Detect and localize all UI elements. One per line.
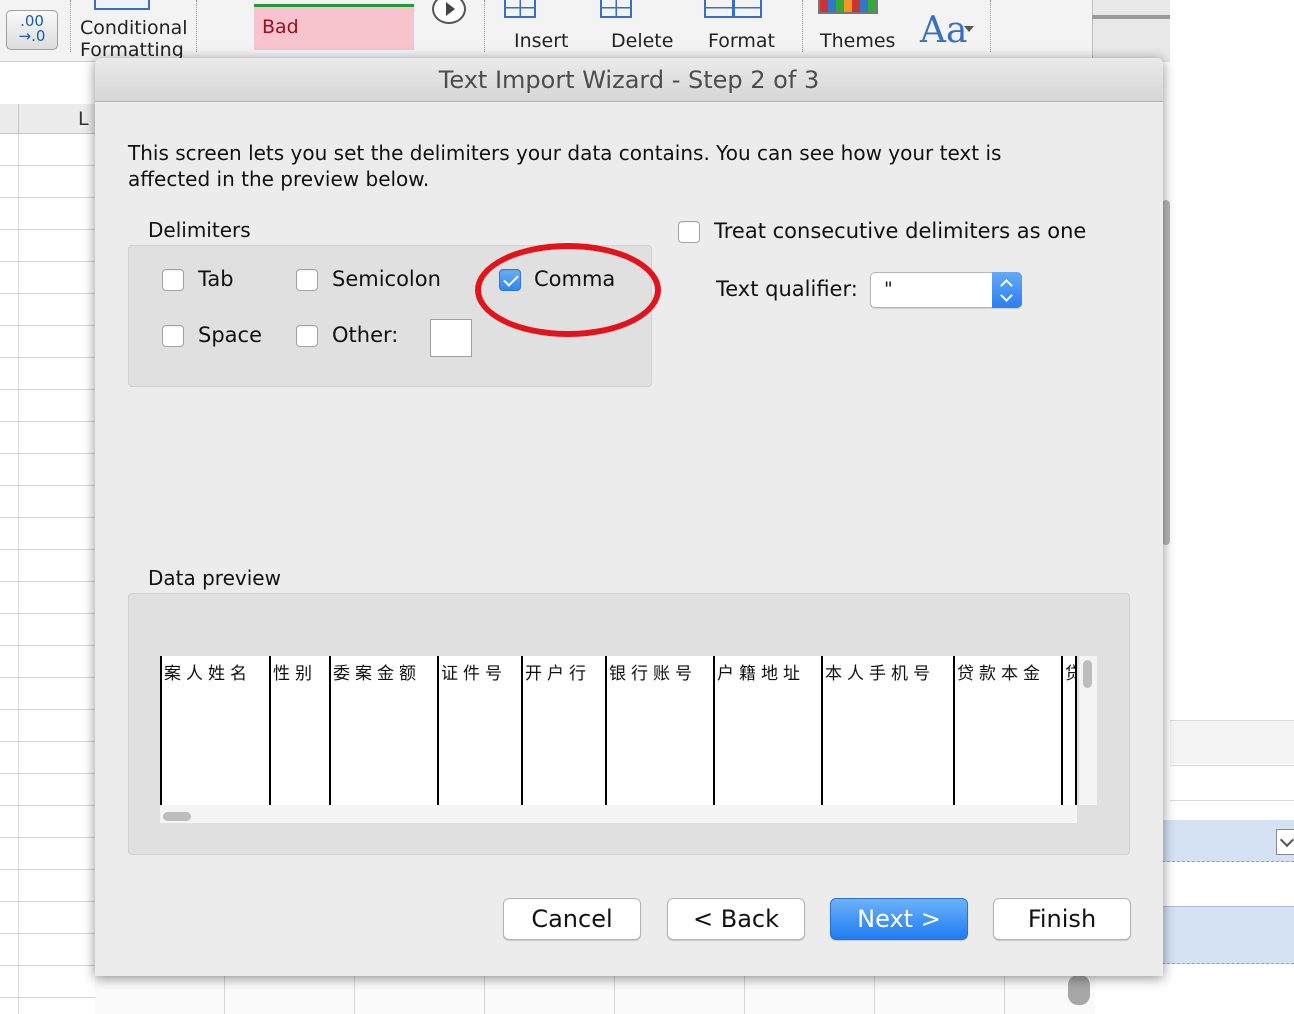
space-checkbox[interactable] (162, 325, 184, 347)
consecutive-delimiters-checkbox[interactable] (678, 221, 700, 243)
consecutive-delimiters-label[interactable]: Treat consecutive delimiters as one (714, 219, 1086, 243)
back-button[interactable]: < Back (667, 898, 805, 940)
side-panel-dropdown-icon[interactable] (1276, 829, 1294, 855)
bad-cell-style[interactable]: Bad (254, 4, 414, 50)
worksheet-vertical-scrollbar[interactable] (1162, 200, 1170, 545)
preview-horizontal-scrollbar[interactable] (160, 805, 1077, 823)
text-qualifier-value: " (884, 278, 893, 300)
cancel-button[interactable]: Cancel (503, 898, 641, 940)
annotation-circle (475, 243, 661, 337)
preview-horizontal-scroll-thumb[interactable] (163, 812, 191, 821)
font-size-button[interactable]: Aa (920, 10, 967, 51)
tab-checkbox[interactable] (162, 269, 184, 291)
cell-styles-more-icon[interactable] (432, 0, 466, 24)
side-panel-row (1170, 720, 1294, 764)
worksheet-grid[interactable] (0, 134, 100, 1014)
text-import-wizard-dialog: Text Import Wizard - Step 2 of 3 This sc… (95, 58, 1163, 976)
chevron-down-icon[interactable] (964, 26, 974, 32)
preview-column[interactable]: 开户行 (523, 656, 607, 805)
preview-column[interactable]: 贷 (1063, 656, 1077, 805)
dialog-titlebar[interactable]: Text Import Wizard - Step 2 of 3 (95, 58, 1163, 102)
preview-column[interactable]: 贷款本金 (955, 656, 1063, 805)
intro-text: This screen lets you set the delimiters … (128, 141, 1002, 191)
preview-column[interactable]: 银行账号 (607, 656, 715, 805)
side-panel-selected-row[interactable] (1162, 820, 1294, 862)
semicolon-checkbox-label[interactable]: Semicolon (332, 267, 441, 291)
preview-column[interactable]: 户籍地址 (715, 656, 823, 805)
semicolon-checkbox[interactable] (296, 269, 318, 291)
other-delimiter-input[interactable] (430, 319, 472, 357)
data-preview-group: 案人姓名 性别 委案金额 证件号 开户行 银行账号 户籍地址 本人手机号 贷款本… (128, 593, 1130, 855)
column-header[interactable]: L (0, 104, 100, 134)
insert-cells-icon (504, 0, 536, 18)
tab-checkbox-label[interactable]: Tab (198, 267, 234, 291)
space-checkbox-label[interactable]: Space (198, 323, 262, 347)
ribbon-divider (1092, 15, 1170, 19)
data-preview-label: Data preview (148, 566, 281, 590)
next-button[interactable]: Next > (830, 898, 968, 940)
dialog-title: Text Import Wizard - Step 2 of 3 (438, 66, 820, 94)
data-preview-table[interactable]: 案人姓名 性别 委案金额 证件号 开户行 银行账号 户籍地址 本人手机号 贷款本… (160, 656, 1077, 805)
themes-icon (818, 0, 878, 14)
text-qualifier-label: Text qualifier: (716, 277, 858, 301)
finish-button[interactable]: Finish (993, 898, 1131, 940)
side-panel-row (1170, 765, 1294, 801)
themes-button[interactable]: Themes (820, 30, 895, 52)
ribbon-right-pane (1092, 0, 1170, 62)
preview-column[interactable]: 案人姓名 (162, 656, 271, 805)
format-button[interactable]: Format (708, 30, 775, 52)
other-checkbox[interactable] (296, 325, 318, 347)
preview-column[interactable]: 性别 (271, 656, 331, 805)
delete-cells-icon (600, 0, 632, 18)
excel-ribbon: .00 →.0 Conditional Formatting Bad Inser… (0, 0, 1170, 62)
text-qualifier-select[interactable]: " (870, 272, 1022, 308)
preview-column[interactable]: 委案金额 (331, 656, 439, 805)
format-cells-icon (704, 0, 762, 18)
worksheet-grid-bottom[interactable] (95, 975, 1095, 1014)
other-checkbox-label[interactable]: Other: (332, 323, 398, 347)
column-header-label: L (78, 108, 89, 130)
preview-vertical-scroll-thumb[interactable] (1083, 660, 1092, 688)
preview-column[interactable]: 本人手机号 (823, 656, 955, 805)
delete-button[interactable]: Delete (611, 30, 673, 52)
preview-column[interactable]: 证件号 (439, 656, 523, 805)
conditional-formatting-icon (94, 0, 150, 10)
chevron-up-down-icon[interactable] (992, 272, 1022, 308)
side-panel-selected-row[interactable] (1162, 906, 1294, 964)
delimiters-group-label: Delimiters (148, 218, 251, 242)
worksheet-scroll-thumb[interactable] (1068, 975, 1090, 1005)
insert-button[interactable]: Insert (514, 30, 569, 52)
decrease-decimal-button[interactable]: .00 →.0 (6, 10, 58, 50)
conditional-formatting-button[interactable]: Conditional Formatting (80, 17, 188, 61)
